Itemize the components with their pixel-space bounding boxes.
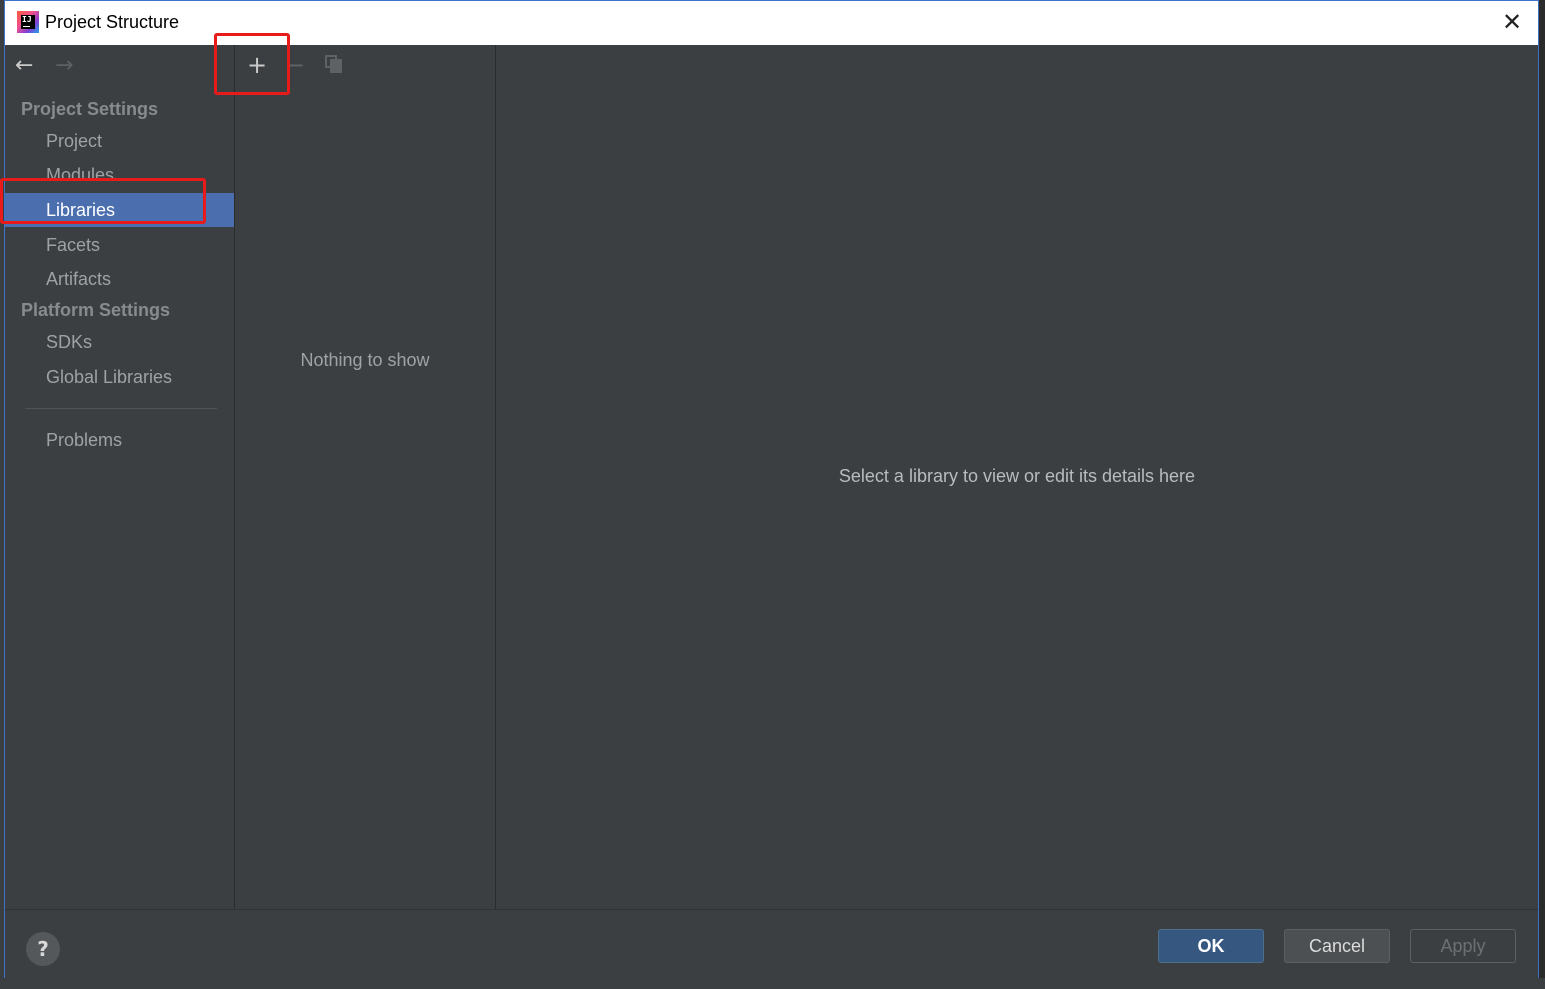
dialog-footer: ? OK Cancel Apply [5, 909, 1538, 978]
forward-arrow-icon[interactable]: → [55, 53, 73, 79]
sidebar-item-sdks[interactable]: SDKs [5, 325, 234, 359]
sidebar-item-problems[interactable]: Problems [5, 423, 234, 457]
libraries-list-pane[interactable]: + − Nothing to show [235, 45, 496, 909]
close-icon[interactable]: ✕ [1500, 9, 1524, 35]
help-icon[interactable]: ? [26, 932, 60, 966]
empty-list-message: Nothing to show [300, 350, 430, 370]
sidebar-item-global-libraries[interactable]: Global Libraries [5, 360, 234, 394]
sidebar-item-artifacts[interactable]: Artifacts [5, 262, 234, 296]
library-detail-pane: Select a library to view or edit its det… [496, 45, 1538, 909]
background-ide-statusbar [0, 978, 1545, 989]
cancel-button[interactable]: Cancel [1284, 929, 1390, 963]
libraries-highlight [0, 178, 206, 224]
intellij-logo-icon: IJ [17, 11, 39, 33]
add-button-highlight [214, 33, 290, 95]
settings-sidebar: ← → Project Settings Project Modules Lib… [5, 45, 235, 909]
project-settings-heading: Project Settings [21, 99, 159, 119]
back-arrow-icon[interactable]: ← [15, 53, 33, 79]
sidebar-item-facets[interactable]: Facets [5, 228, 234, 262]
dialog-title: Project Structure [45, 12, 180, 32]
project-structure-dialog: IJ Project Structure ✕ ← → Project Setti… [4, 0, 1539, 978]
apply-button[interactable]: Apply [1410, 929, 1516, 963]
detail-placeholder-text: Select a library to view or edit its det… [838, 466, 1196, 486]
ok-button[interactable]: OK [1158, 929, 1264, 963]
sidebar-divider [25, 408, 217, 409]
sidebar-item-project[interactable]: Project [5, 124, 234, 158]
copy-icon[interactable] [325, 55, 343, 73]
platform-settings-heading: Platform Settings [21, 300, 171, 320]
